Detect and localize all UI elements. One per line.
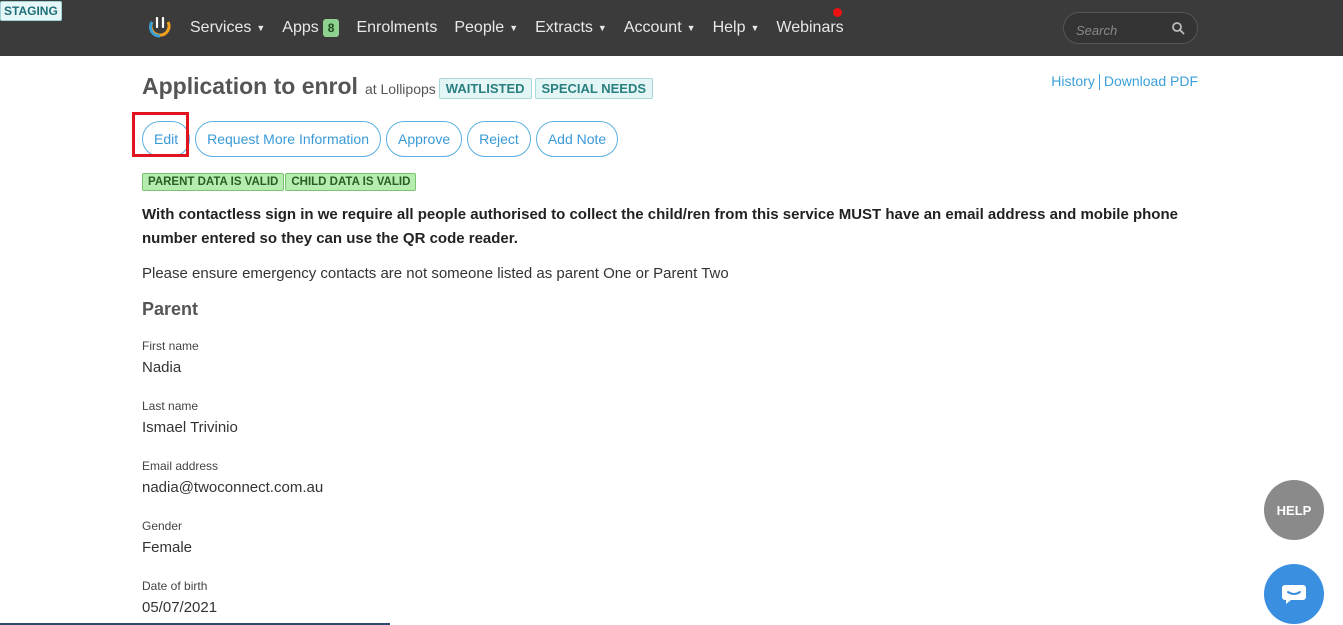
nav-webinars[interactable]: Webinars (776, 19, 843, 37)
nav-people[interactable]: People ▼ (454, 19, 518, 37)
chat-button[interactable] (1264, 564, 1324, 624)
help-button[interactable]: HELP (1264, 480, 1324, 540)
service-location: at Lollipops (364, 81, 436, 97)
nav-services[interactable]: Services ▼ (190, 19, 265, 37)
parent-valid-badge: PARENT DATA IS VALID (142, 173, 285, 191)
reject-button[interactable]: Reject (467, 121, 531, 157)
request-more-info-button[interactable]: Request More Information (195, 121, 381, 157)
field-gender: Gender Female (142, 519, 192, 556)
search-icon[interactable] (1171, 21, 1185, 35)
caret-down-icon: ▼ (509, 23, 519, 33)
field-label: First name (142, 339, 199, 353)
logo-icon[interactable] (148, 14, 172, 40)
validation-badges: PARENT DATA IS VALID CHILD DATA IS VALID (142, 173, 417, 191)
chat-icon (1282, 585, 1306, 604)
history-link[interactable]: History (1051, 73, 1095, 89)
emergency-contact-info: Please ensure emergency contacts are not… (142, 265, 729, 282)
field-label: Last name (142, 399, 199, 413)
caret-down-icon: ▼ (256, 23, 266, 33)
nav-account[interactable]: Account ▼ (624, 19, 696, 37)
notification-dot (833, 8, 842, 17)
caret-down-icon: ▼ (597, 23, 607, 33)
header-links: History Download PDF (1051, 73, 1198, 91)
caret-down-icon: ▼ (686, 23, 696, 33)
field-email: Email address nadia@twoconnect.com.au (142, 459, 323, 496)
field-value: nadia@twoconnect.com.au (142, 479, 324, 496)
field-first-name: First name Nadia (142, 339, 199, 376)
apps-count-badge: 8 (322, 19, 340, 37)
field-label: Date of birth (142, 579, 208, 593)
top-navbar: STAGING Services ▼ Apps 8 Enrolments Peopl… (0, 0, 1343, 56)
search-box (1063, 12, 1198, 44)
search-input[interactable] (1074, 19, 1173, 41)
child-valid-badge: CHILD DATA IS VALID (285, 173, 417, 191)
download-pdf-link[interactable]: Download PDF (1104, 73, 1198, 89)
status-tag-waitlisted: WAITLISTED (438, 78, 532, 99)
field-value: 05/07/2021 (142, 599, 218, 616)
field-value: Ismael Trivinio (142, 419, 238, 436)
action-buttons: Edit Request More Information Approve Re… (142, 121, 619, 157)
caret-down-icon: ▼ (750, 23, 760, 33)
contactless-notice: With contactless sign in we require all … (142, 206, 1178, 247)
edit-highlight-box (132, 112, 189, 157)
field-date-of-birth: Date of birth 05/07/2021 (142, 579, 217, 616)
staging-badge: STAGING (0, 1, 62, 21)
approve-button[interactable]: Approve (385, 121, 463, 157)
field-value: Nadia (142, 359, 182, 376)
field-last-name: Last name Ismael Trivinio (142, 399, 238, 436)
nav-apps[interactable]: Apps 8 (282, 19, 340, 37)
field-label: Gender (142, 519, 183, 533)
nav-help[interactable]: Help ▼ (713, 19, 760, 37)
page-title: Application to enrol (142, 73, 358, 99)
add-note-button[interactable]: Add Note (535, 121, 619, 157)
field-value: Female (142, 539, 193, 556)
main-nav: Services ▼ Apps 8 Enrolments People ▼ Extra… (190, 0, 861, 56)
nav-enrolments[interactable]: Enrolments (356, 19, 437, 37)
field-label: Email address (142, 459, 219, 473)
page-header: Application to enrol at Lollipops WAITLI… (142, 73, 654, 100)
section-title-parent: Parent (142, 299, 199, 319)
status-tag-special-needs: SPECIAL NEEDS (534, 78, 654, 99)
nav-extracts[interactable]: Extracts ▼ (535, 19, 607, 37)
link-divider (1098, 74, 1100, 91)
